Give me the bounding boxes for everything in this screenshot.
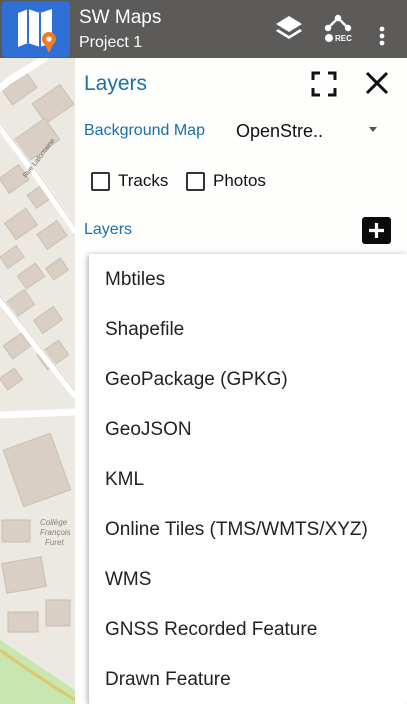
photos-label: Photos <box>213 171 266 190</box>
menu-item-wms[interactable]: WMS <box>105 569 151 591</box>
tracks-checkbox-box[interactable] <box>91 171 110 191</box>
project-name: Project 1 <box>79 34 143 51</box>
tracks-checkbox[interactable]: Tracks <box>91 171 168 191</box>
menu-item-shapefile[interactable]: Shapefile <box>105 319 184 341</box>
fullscreen-icon[interactable] <box>309 69 339 99</box>
plus-icon <box>369 223 384 238</box>
add-layer-button[interactable] <box>362 217 391 244</box>
overflow-menu-icon[interactable] <box>372 10 392 48</box>
map-pin-icon[interactable] <box>2 1 70 57</box>
menu-item-geojson[interactable]: GeoJSON <box>105 419 192 441</box>
add-layer-menu: Mbtiles Shapefile GeoPackage (GPKG) GeoJ… <box>89 254 407 704</box>
panel-title: Layers <box>84 72 148 95</box>
layers-icon[interactable] <box>272 10 306 48</box>
photos-checkbox[interactable]: Photos <box>186 171 266 191</box>
menu-item-online-tiles[interactable]: Online Tiles (TMS/WMTS/XYZ) <box>105 519 368 541</box>
background-map-value: OpenStre.. <box>236 121 324 141</box>
menu-item-kml[interactable]: KML <box>105 469 144 491</box>
map-label-francois: François <box>40 528 71 537</box>
background-map-label: Background Map <box>84 122 205 139</box>
menu-item-mbtiles[interactable]: Mbtiles <box>105 269 165 291</box>
record-track-icon[interactable]: REC <box>321 10 355 48</box>
map-label-college: Collège <box>40 518 68 527</box>
app-title: SW Maps <box>79 7 162 28</box>
layers-section-label: Layers <box>84 221 133 238</box>
menu-item-gnss-recorded-feature[interactable]: GNSS Recorded Feature <box>105 619 317 641</box>
chevron-down-icon <box>369 127 377 132</box>
tracks-label: Tracks <box>118 171 169 190</box>
rec-label: REC <box>335 34 352 43</box>
menu-item-drawn-feature[interactable]: Drawn Feature <box>105 669 231 691</box>
app-bar: SW Maps Project 1 REC <box>0 0 407 58</box>
map-label-furet: Furet <box>45 538 64 547</box>
menu-item-geopackage[interactable]: GeoPackage (GPKG) <box>105 369 288 391</box>
background-map-select[interactable]: OpenStre.. <box>233 116 385 146</box>
photos-checkbox-box[interactable] <box>186 171 205 191</box>
close-icon[interactable] <box>363 69 391 97</box>
